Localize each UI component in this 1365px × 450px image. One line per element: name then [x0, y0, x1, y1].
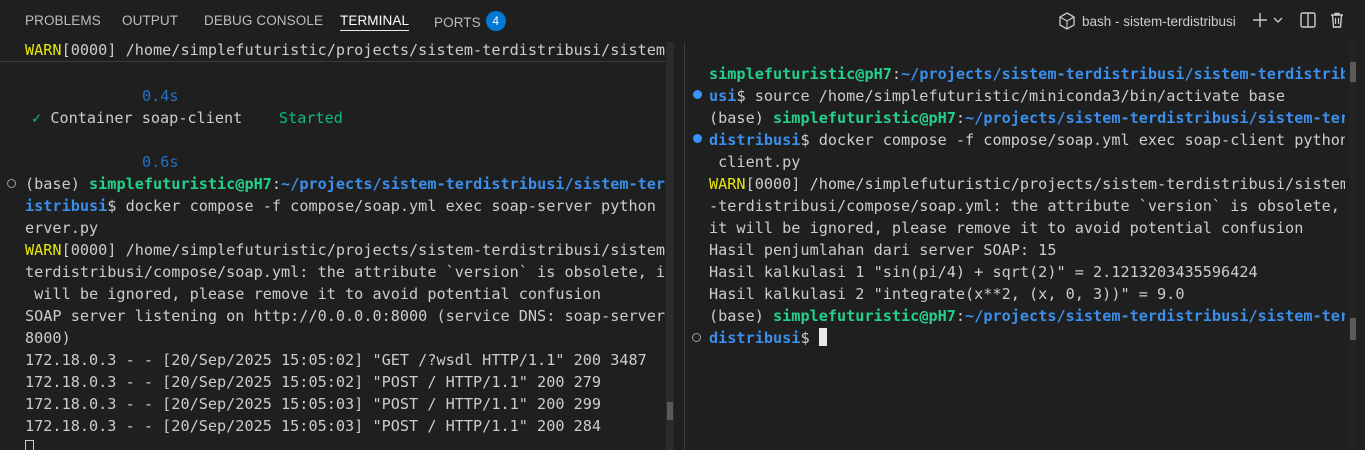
tab-output[interactable]: OUTPUT: [122, 13, 178, 35]
terminal-line: will be ignored, please remove it to avo…: [25, 285, 602, 303]
terminal-prompt: (base) simplefuturistic@pH7:~/projects/s…: [709, 109, 1345, 127]
right-scrollbar-marker: [1350, 318, 1356, 340]
terminal-pane-left[interactable]: WARN[0000] /home/simplefuturistic/projec…: [0, 42, 667, 450]
terminal-line: usi$ source /home/simplefuturistic/minic…: [709, 87, 1286, 105]
output-line: Hasil kalkulasi 2 "integrate(x**2, (x, 0…: [709, 285, 1185, 303]
new-terminal-plus-icon[interactable]: [1251, 11, 1269, 32]
right-scrollbar[interactable]: [1349, 42, 1357, 450]
log-line: 172.18.0.3 - - [20/Sep/2025 15:05:02] "P…: [25, 373, 602, 391]
log-line: 172.18.0.3 - - [20/Sep/2025 15:05:03] "P…: [25, 395, 602, 413]
split-terminal-icon[interactable]: [1299, 11, 1317, 32]
terminal-toolbar: bash - sistem-terdistribusi: [1045, 11, 1365, 33]
terminal-line: distribusi$: [709, 327, 827, 349]
command-decoration-icon[interactable]: [7, 179, 16, 188]
terminal-line: WARN[0000] /home/simplefuturistic/projec…: [709, 175, 1345, 193]
terminal-line: WARN[0000] /home/simplefuturistic/projec…: [25, 42, 667, 59]
terminal-prompt: simplefuturistic@pH7:~/projects/sistem-t…: [709, 65, 1345, 83]
tab-debug-console[interactable]: DEBUG CONSOLE: [204, 13, 323, 35]
output-line: Hasil penjumlahan dari server SOAP: 15: [709, 241, 1057, 259]
output-line: Hasil kalkulasi 1 "sin(pi/4) + sqrt(2)" …: [709, 263, 1258, 281]
command-decoration-icon[interactable]: [692, 333, 701, 342]
command-success-decoration-icon[interactable]: [693, 90, 702, 99]
terminal-prompt: (base) simplefuturistic@pH7:~/projects/s…: [25, 175, 667, 193]
terminal-cursor: [818, 328, 827, 346]
terminal-line: client.py: [709, 153, 801, 171]
pane-divider-line: [0, 61, 666, 62]
tab-ports-label: PORTS: [434, 15, 481, 30]
left-scrollbar-thumb[interactable]: [667, 402, 673, 420]
terminal-prompt: (base) simplefuturistic@pH7:~/projects/s…: [709, 307, 1345, 325]
terminal-line: distribusi$ docker compose -f compose/so…: [709, 131, 1345, 149]
terminal-pane-right[interactable]: simplefuturistic@pH7:~/projects/sistem-t…: [685, 42, 1345, 450]
chevron-down-icon[interactable]: [1272, 11, 1284, 32]
terminal-cursor: [25, 440, 34, 450]
terminal-cursor-line: [25, 437, 34, 450]
terminal-line: terdistribusi/compose/soap.yml: the attr…: [25, 263, 667, 281]
command-success-decoration-icon[interactable]: [693, 134, 702, 143]
terminal-shell-icon: [1059, 12, 1075, 33]
ports-count-badge: 4: [485, 11, 506, 31]
tab-ports[interactable]: PORTS 4: [434, 11, 506, 35]
terminal-line: erver.py: [25, 219, 99, 237]
terminal-line: WARN[0000] /home/simplefuturistic/projec…: [25, 241, 667, 259]
terminal-line: 8000): [25, 329, 71, 347]
container-status-line: ✓ Container soap-client Started: [32, 109, 343, 127]
trash-icon[interactable]: [1328, 11, 1346, 32]
panel-tab-bar: PROBLEMS OUTPUT DEBUG CONSOLE TERMINAL P…: [0, 0, 1365, 42]
elapsed-time: 0.6s: [142, 153, 179, 171]
tab-problems[interactable]: PROBLEMS: [25, 13, 101, 35]
tab-terminal[interactable]: TERMINAL: [340, 13, 410, 31]
check-icon: ✓: [32, 109, 42, 127]
log-line: 172.18.0.3 - - [20/Sep/2025 15:05:03] "P…: [25, 417, 602, 435]
elapsed-time: 0.4s: [142, 87, 179, 105]
terminal-line: it will be ignored, please remove it to …: [709, 219, 1304, 237]
terminal-line: SOAP server listening on http://0.0.0.0:…: [25, 307, 667, 325]
terminal-instance-title[interactable]: bash - sistem-terdistribusi: [1082, 14, 1236, 29]
log-line: 172.18.0.3 - - [20/Sep/2025 15:05:02] "G…: [25, 351, 647, 369]
left-scrollbar[interactable]: [666, 42, 674, 450]
terminal-line: -terdistribusi/compose/soap.yml: the att…: [709, 197, 1340, 215]
right-scrollbar-thumb[interactable]: [1350, 62, 1356, 82]
terminal-line: istribusi$ docker compose -f compose/soa…: [25, 197, 667, 215]
